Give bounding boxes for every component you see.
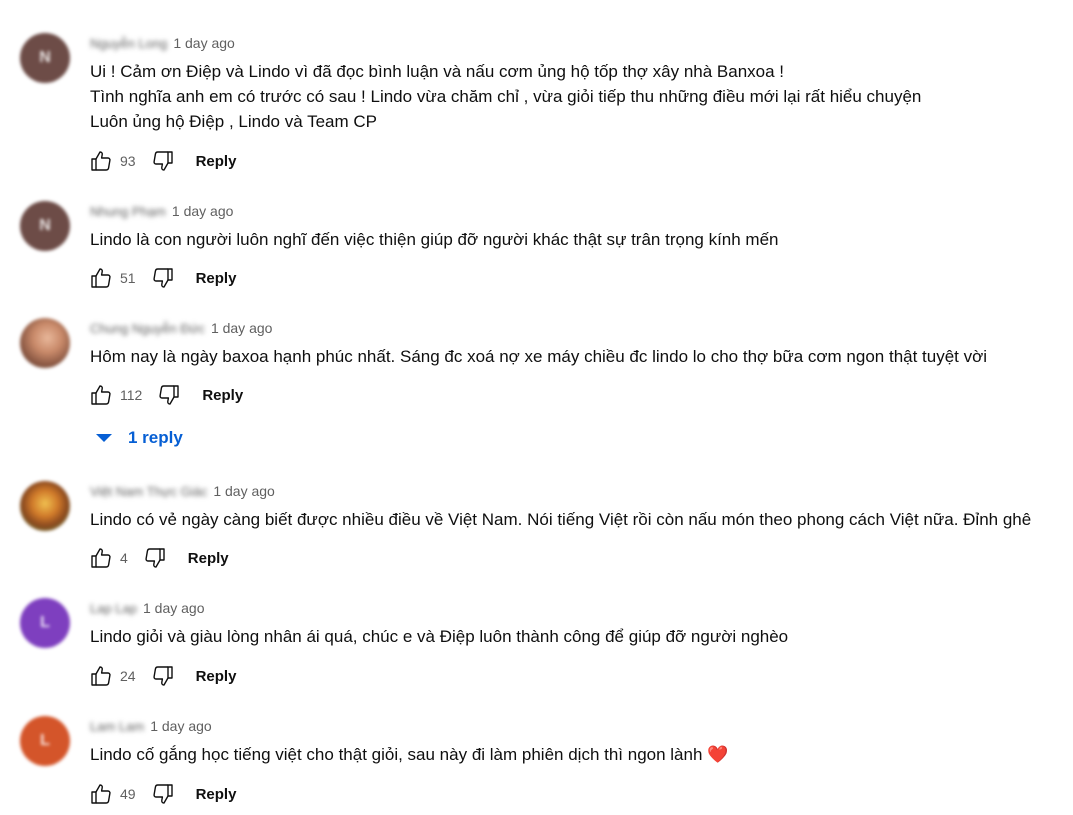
thumbs-up-icon[interactable]: [88, 545, 114, 571]
comment-author[interactable]: Nguyễn Long: [90, 36, 167, 51]
comment-text: Lindo là con người luôn nghĩ đến việc th…: [90, 227, 779, 252]
comment-text-line: Lindo giỏi và giàu lòng nhân ái quá, chú…: [90, 627, 789, 646]
thumbs-down-icon[interactable]: [150, 148, 176, 174]
comment-actions: 93 Reply: [88, 147, 236, 175]
comment-author[interactable]: Lam Lam: [90, 719, 144, 734]
thumbs-up-icon[interactable]: [88, 148, 114, 174]
comment-text-line: Tình nghĩa anh em có trước có sau ! Lind…: [90, 87, 922, 106]
comment-header: Nguyễn Long 1 day ago: [90, 33, 235, 53]
comment-header: Chung Nguyễn Đức 1 day ago: [90, 318, 272, 338]
comment-text-line: Lindo có vẻ ngày càng biết được nhiều đi…: [90, 510, 1032, 529]
comment-time[interactable]: 1 day ago: [172, 203, 234, 219]
comment-text: Lindo có vẻ ngày càng biết được nhiều đi…: [90, 507, 1031, 532]
comment-actions: 51 Reply: [88, 264, 236, 292]
thumbs-up-icon[interactable]: [88, 663, 114, 689]
like-count: 93: [120, 153, 136, 169]
comment-time[interactable]: 1 day ago: [173, 35, 235, 51]
comment-text: Hôm nay là ngày baxoa hạnh phúc nhất. Sá…: [90, 344, 987, 369]
reply-button[interactable]: Reply: [196, 153, 237, 170]
heart-emoji: ❤️: [707, 745, 729, 764]
view-replies-button[interactable]: 1 reply: [96, 428, 183, 448]
comments-section: N Nguyễn Long 1 day ago Ui ! Cảm ơn Điệp…: [0, 0, 1073, 815]
comment-text: Lindo cố gắng học tiếng việt cho thật gi…: [90, 742, 728, 767]
avatar[interactable]: [20, 481, 70, 531]
thumbs-down-icon[interactable]: [150, 265, 176, 291]
comment-header: Lap Lap 1 day ago: [90, 598, 205, 618]
comment-text-content: Lindo cố gắng học tiếng việt cho thật gi…: [90, 745, 703, 764]
comment-actions: 49 Reply: [88, 780, 236, 808]
comment-time[interactable]: 1 day ago: [213, 483, 275, 499]
avatar[interactable]: N: [20, 33, 70, 83]
thumbs-down-icon[interactable]: [142, 545, 168, 571]
comment-text-line: Ui ! Cảm ơn Điệp và Lindo vì đã đọc bình…: [90, 62, 785, 81]
comment-text-line: Luôn ủng hộ Điệp , Lindo và Team CP: [90, 112, 377, 131]
comment-actions: 112 Reply: [88, 381, 243, 409]
reply-button[interactable]: Reply: [202, 387, 243, 404]
like-count: 51: [120, 270, 136, 286]
reply-button[interactable]: Reply: [196, 270, 237, 287]
comment-actions: 24 Reply: [88, 662, 236, 690]
avatar[interactable]: N: [20, 201, 70, 251]
reply-button[interactable]: Reply: [188, 550, 229, 567]
comment-header: Việt Nam Thực Giác 1 day ago: [90, 481, 275, 501]
reply-button[interactable]: Reply: [196, 786, 237, 803]
comment-header: Lam Lam 1 day ago: [90, 716, 212, 736]
like-count: 49: [120, 786, 136, 802]
comment-time[interactable]: 1 day ago: [211, 320, 273, 336]
comment-author[interactable]: Việt Nam Thực Giác: [90, 484, 207, 499]
thumbs-down-icon[interactable]: [156, 382, 182, 408]
comment-actions: 4 Reply: [88, 544, 229, 572]
thumbs-up-icon[interactable]: [88, 382, 114, 408]
comment-time[interactable]: 1 day ago: [143, 600, 205, 616]
like-count: 4: [120, 550, 128, 566]
avatar[interactable]: L: [20, 716, 70, 766]
thumbs-down-icon[interactable]: [150, 781, 176, 807]
chevron-down-icon: [96, 434, 112, 442]
view-replies-label: 1 reply: [128, 428, 183, 447]
comment-text: Ui ! Cảm ơn Điệp và Lindo vì đã đọc bình…: [90, 59, 921, 134]
like-count: 112: [120, 387, 143, 403]
comment-time[interactable]: 1 day ago: [150, 718, 212, 734]
comment-author[interactable]: Lap Lap: [90, 601, 137, 616]
thumbs-up-icon[interactable]: [88, 265, 114, 291]
comment-text-line: Hôm nay là ngày baxoa hạnh phúc nhất. Sá…: [90, 347, 988, 366]
like-count: 24: [120, 668, 136, 684]
reply-button[interactable]: Reply: [196, 668, 237, 685]
comment-header: Nhung Phạm 1 day ago: [90, 201, 233, 221]
comment-author[interactable]: Chung Nguyễn Đức: [90, 321, 205, 336]
avatar[interactable]: L: [20, 598, 70, 648]
thumbs-up-icon[interactable]: [88, 781, 114, 807]
comment-text: Lindo giỏi và giàu lòng nhân ái quá, chú…: [90, 624, 788, 649]
thumbs-down-icon[interactable]: [150, 663, 176, 689]
avatar[interactable]: [20, 318, 70, 368]
comment-text-line: Lindo cố gắng học tiếng việt cho thật gi…: [90, 742, 728, 767]
comment-author[interactable]: Nhung Phạm: [90, 204, 166, 219]
comment-text-line: Lindo là con người luôn nghĩ đến việc th…: [90, 230, 779, 249]
